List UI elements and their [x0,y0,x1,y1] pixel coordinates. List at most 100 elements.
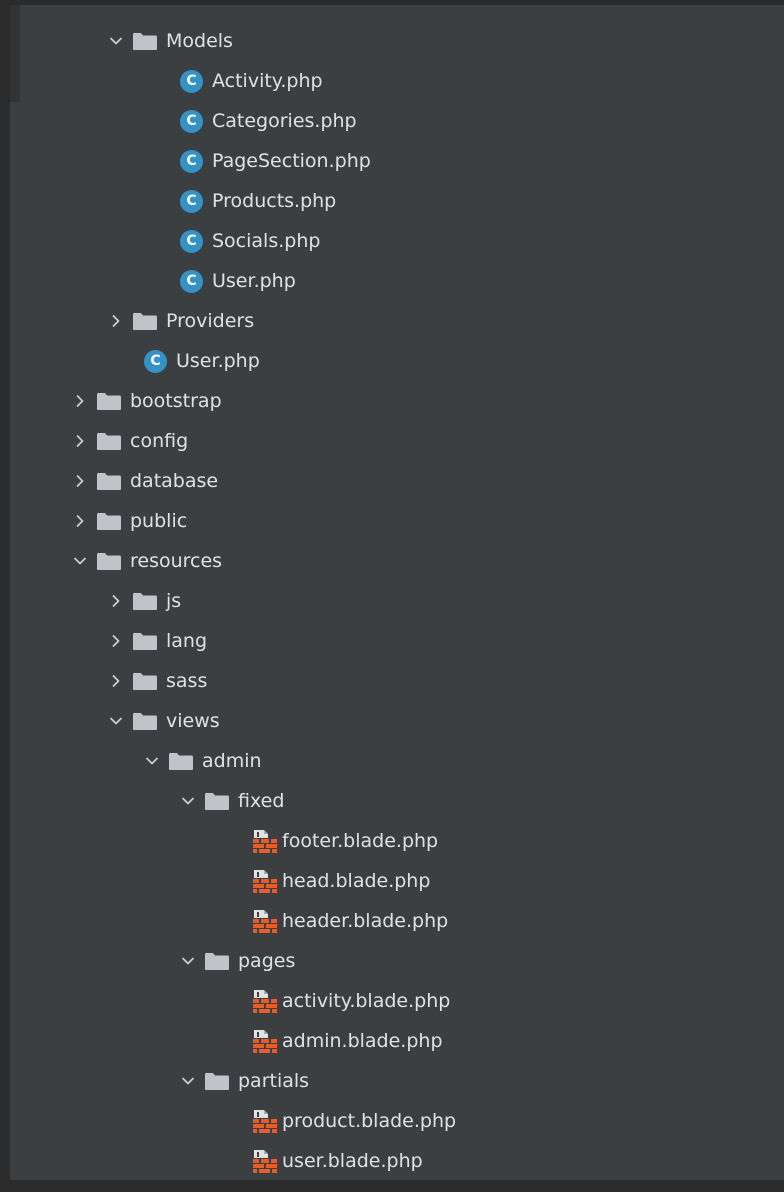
tree-node-activity-php[interactable]: C Activity.php [0,61,784,101]
chevron-right-icon[interactable] [68,501,92,541]
tree-node-models-user-php[interactable]: C User.php [0,261,784,301]
folder-icon [132,712,158,731]
blade-file-icon [250,987,278,1015]
folder-icon [96,472,122,491]
folder-icon [96,432,122,451]
tree-node-providers[interactable]: Providers [0,301,784,341]
php-class-icon: C [180,229,203,253]
tree-node-label: product.blade.php [282,1110,457,1132]
chevron-right-icon[interactable] [68,381,92,421]
folder-icon [132,672,158,691]
php-class-icon: C [180,149,203,173]
blade-file-icon [250,907,278,935]
tree-node-partials[interactable]: partials [0,1061,784,1101]
folder-icon [96,392,122,411]
tree-node-bootstrap[interactable]: bootstrap [0,381,784,421]
tree-node-product-blade[interactable]: product.blade.php [0,1101,784,1141]
tree-node-fixed[interactable]: fixed [0,781,784,821]
tree-node-views[interactable]: views [0,701,784,741]
tree-node-label: admin [202,750,262,772]
bottom-edge [0,1180,784,1192]
folder-icon [168,752,194,771]
tree-node-admin[interactable]: admin [0,741,784,781]
tree-node-label: public [130,510,188,532]
tree-node-categories-php[interactable]: C Categories.php [0,101,784,141]
folder-icon [132,592,158,611]
tree-node-public[interactable]: public [0,501,784,541]
tree-node-products-php[interactable]: C Products.php [0,181,784,221]
tree-node-label: header.blade.php [282,910,449,932]
tree-node-label: User.php [176,350,260,372]
blade-file-icon [250,1147,278,1175]
blade-file-icon [250,827,278,855]
chevron-down-icon[interactable] [104,701,128,741]
tree-node-label: views [166,710,220,732]
project-tree[interactable]: Models C Activity.php C Categories.php C… [0,21,784,1181]
tree-node-label: sass [166,670,208,692]
tree-node-header-blade[interactable]: header.blade.php [0,901,784,941]
tree-node-label: User.php [212,270,296,292]
folder-icon [204,952,230,971]
tree-node-activity-blade[interactable]: activity.blade.php [0,981,784,1021]
blade-file-icon [250,1107,278,1135]
chevron-down-icon[interactable] [68,541,92,581]
tree-node-label: pages [238,950,296,972]
chevron-right-icon[interactable] [104,621,128,661]
tree-node-label: partials [238,1070,310,1092]
chevron-down-icon[interactable] [140,741,164,781]
tree-node-admin-blade[interactable]: admin.blade.php [0,1021,784,1061]
tree-node-label: config [130,430,189,452]
tree-node-resources[interactable]: resources [0,541,784,581]
chevron-right-icon[interactable] [104,581,128,621]
tree-node-label: Activity.php [212,70,323,92]
chevron-right-icon[interactable] [104,661,128,701]
tree-node-label: Products.php [212,190,337,212]
tree-node-label: user.blade.php [282,1150,423,1172]
tree-node-label: head.blade.php [282,870,431,892]
tree-node-user-blade[interactable]: user.blade.php [0,1141,784,1181]
chevron-down-icon[interactable] [176,1061,200,1101]
tree-node-label: lang [166,630,208,652]
folder-icon [132,632,158,651]
tree-node-config[interactable]: config [0,421,784,461]
tree-node-head-blade[interactable]: head.blade.php [0,861,784,901]
blade-file-icon [250,867,278,895]
tree-node-lang[interactable]: lang [0,621,784,661]
folder-icon [132,32,158,51]
chevron-down-icon[interactable] [176,941,200,981]
tree-node-label: Providers [166,310,255,332]
tree-node-label: resources [130,550,223,572]
tree-node-label: js [166,590,182,612]
tree-node-label: fixed [238,790,285,812]
tree-node-label: footer.blade.php [282,830,439,852]
blade-file-icon [250,1027,278,1055]
tree-node-label: Models [166,30,233,52]
tree-node-app-user-php[interactable]: C User.php [0,341,784,381]
tree-node-label: admin.blade.php [282,1030,443,1052]
folder-icon [204,792,230,811]
tree-node-label: bootstrap [130,390,222,412]
php-class-icon: C [180,269,203,293]
window-top-edge [0,0,784,5]
tree-node-socials-php[interactable]: C Socials.php [0,221,784,261]
tree-node-sass[interactable]: sass [0,661,784,701]
chevron-right-icon[interactable] [104,301,128,341]
tree-node-js[interactable]: js [0,581,784,621]
folder-icon [132,312,158,331]
php-class-icon: C [180,109,203,133]
tree-node-pagesection-php[interactable]: C PageSection.php [0,141,784,181]
tree-node-footer-blade[interactable]: footer.blade.php [0,821,784,861]
tree-node-label: PageSection.php [212,150,371,172]
tree-node-database[interactable]: database [0,461,784,501]
chevron-right-icon[interactable] [68,461,92,501]
php-class-icon: C [144,349,167,373]
folder-icon [204,1072,230,1091]
folder-icon [96,552,122,571]
folder-icon [96,512,122,531]
chevron-down-icon[interactable] [176,781,200,821]
tree-node-pages[interactable]: pages [0,941,784,981]
chevron-down-icon[interactable] [104,21,128,61]
chevron-right-icon[interactable] [68,421,92,461]
tree-node-label: activity.blade.php [282,990,451,1012]
tree-node-models[interactable]: Models [0,21,784,61]
